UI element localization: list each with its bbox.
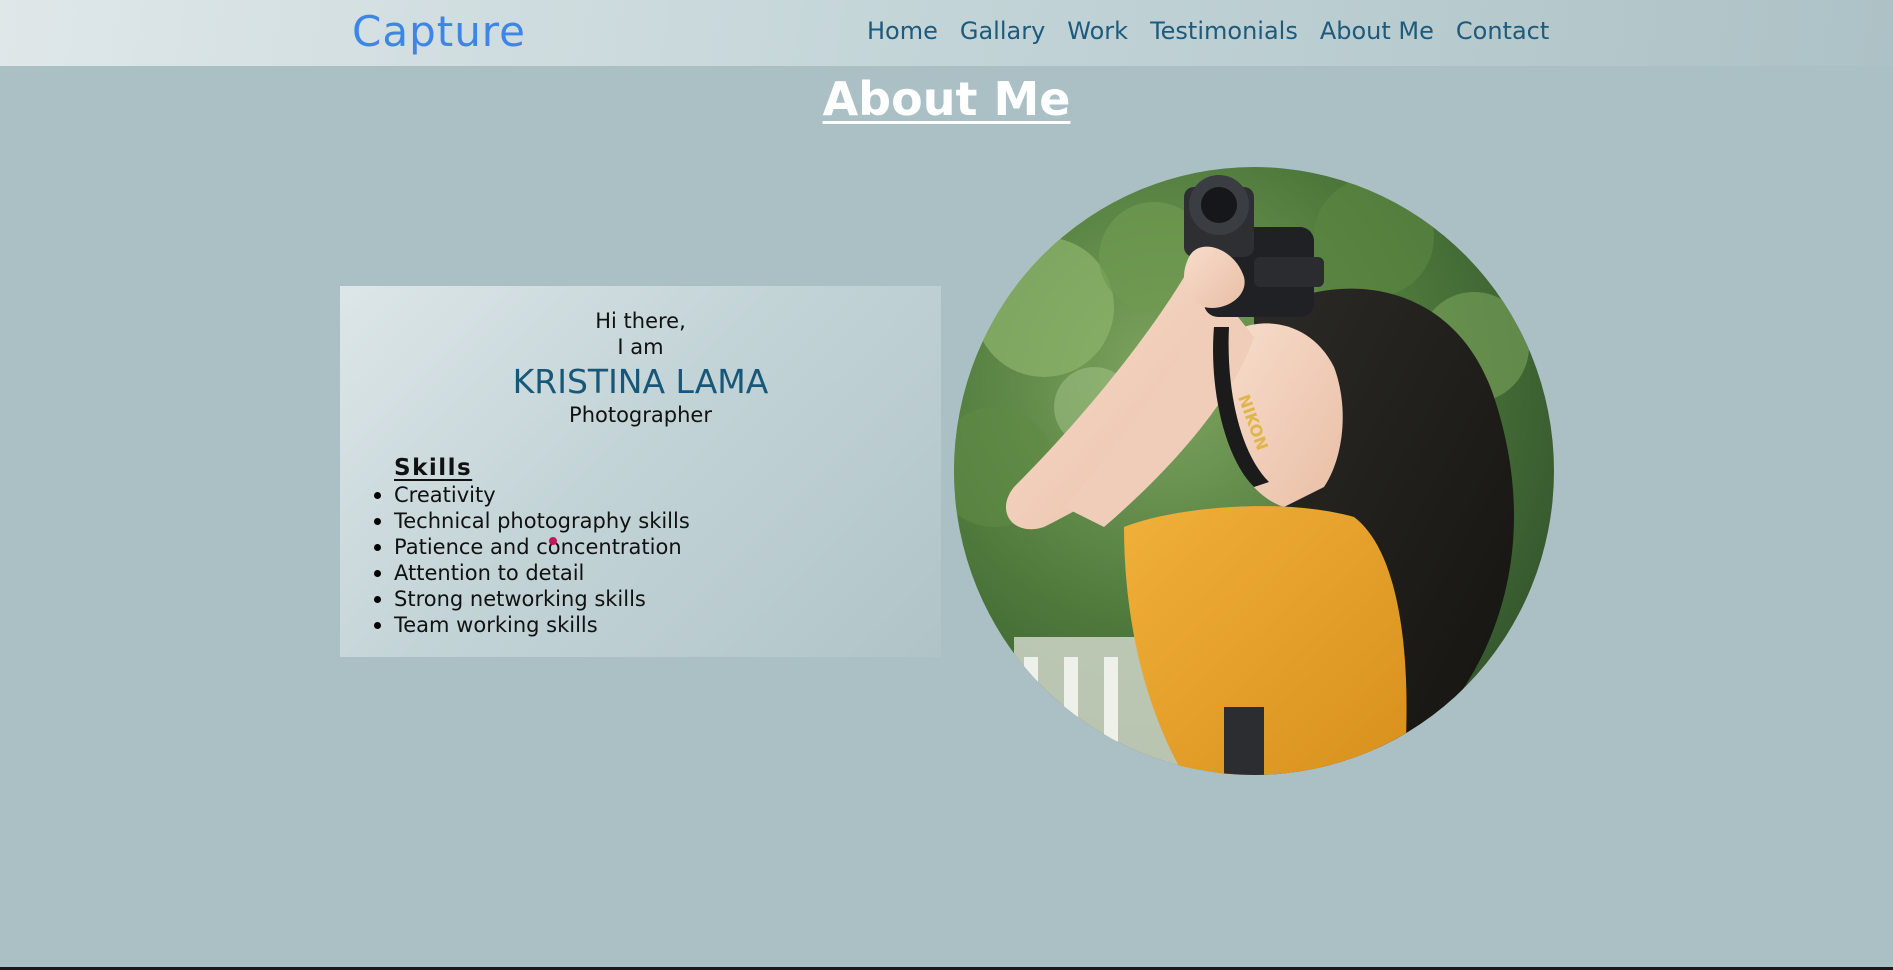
nav-link-home[interactable]: Home bbox=[867, 15, 938, 47]
intro-text: Hi there, I am KRISTINA LAMA Photographe… bbox=[340, 308, 941, 428]
nav-link-contact[interactable]: Contact bbox=[1456, 15, 1549, 47]
skills-heading: Skills bbox=[394, 455, 473, 481]
page-title: About Me bbox=[822, 72, 1071, 126]
skill-item: Patience and concentration bbox=[374, 534, 690, 560]
skill-item: Technical photography skills bbox=[374, 509, 690, 533]
nav-link-gallery[interactable]: Gallary bbox=[960, 15, 1045, 47]
nav-link-work[interactable]: Work bbox=[1067, 15, 1128, 47]
navbar: Capture Home Gallary Work Testimonials A… bbox=[0, 0, 1893, 66]
lead-text: I am bbox=[617, 335, 664, 359]
mouse-cursor-indicator bbox=[549, 537, 557, 545]
greeting-text: Hi there, bbox=[595, 309, 686, 333]
intro-card: Hi there, I am KRISTINA LAMA Photographe… bbox=[340, 286, 941, 657]
nav-link-about-me[interactable]: About Me bbox=[1320, 15, 1434, 47]
skill-item: Creativity bbox=[374, 482, 690, 508]
skill-item: Strong networking skills bbox=[374, 586, 690, 612]
skill-item: Team working skills bbox=[374, 612, 690, 638]
profile-photo: NIKON bbox=[954, 167, 1554, 775]
skill-item: Attention to detail bbox=[374, 560, 690, 586]
skills-list: Creativity Technical photography skills … bbox=[374, 482, 690, 638]
person-role: Photographer bbox=[569, 403, 712, 427]
skills-section: Skills Creativity Technical photography … bbox=[374, 454, 690, 638]
person-name: KRISTINA LAMA bbox=[512, 362, 769, 401]
nav-link-testimonials[interactable]: Testimonials bbox=[1150, 15, 1298, 47]
brand-logo[interactable]: Capture bbox=[352, 8, 526, 56]
nav-menu: Home Gallary Work Testimonials About Me … bbox=[867, 15, 1571, 47]
